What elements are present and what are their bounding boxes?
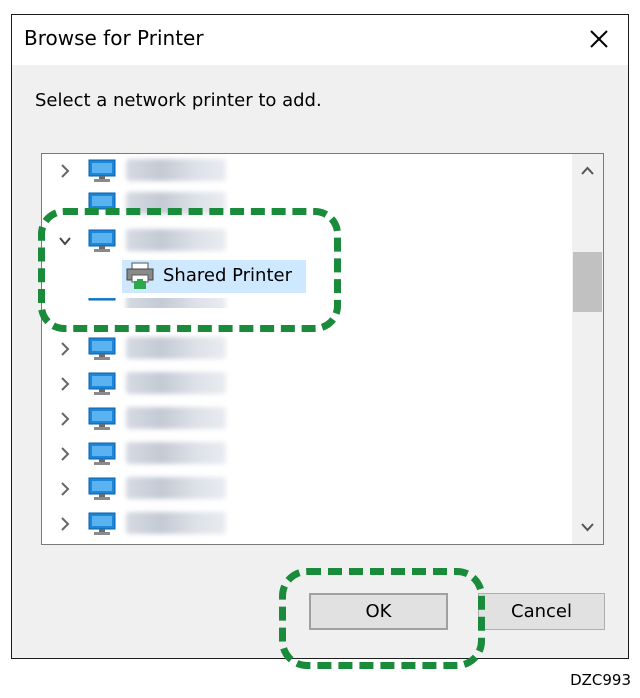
shared-printer-label: Shared Printer bbox=[163, 265, 292, 286]
computer-name-redacted bbox=[126, 229, 226, 251]
chevron-right-icon[interactable] bbox=[58, 162, 72, 180]
computer-name-redacted bbox=[126, 442, 226, 464]
computer-icon bbox=[88, 159, 116, 182]
computer-name-redacted bbox=[126, 407, 226, 429]
scroll-down-icon[interactable] bbox=[572, 510, 603, 544]
computer-name-redacted bbox=[126, 372, 226, 394]
computer-icon bbox=[88, 298, 116, 301]
vertical-scrollbar[interactable] bbox=[572, 154, 603, 544]
computer-icon bbox=[88, 192, 116, 210]
computer-icon bbox=[88, 337, 116, 360]
tree-node-computer[interactable] bbox=[42, 156, 570, 186]
tree-node-computer[interactable] bbox=[42, 439, 570, 469]
computer-icon bbox=[88, 229, 116, 252]
tree-node-computer[interactable] bbox=[42, 298, 570, 308]
tree-node-computer-expanded[interactable] bbox=[42, 226, 570, 256]
tree-node-computer[interactable] bbox=[42, 369, 570, 399]
computer-name-redacted bbox=[126, 192, 226, 214]
scrollbar-thumb[interactable] bbox=[573, 252, 602, 312]
tree-node-computer[interactable] bbox=[42, 189, 570, 219]
chevron-right-icon[interactable] bbox=[58, 340, 72, 358]
chevron-right-icon[interactable] bbox=[58, 410, 72, 428]
ok-button[interactable]: OK bbox=[309, 593, 448, 630]
cancel-button[interactable]: Cancel bbox=[478, 593, 605, 630]
instruction-text: Select a network printer to add. bbox=[35, 90, 322, 111]
figure-code: DZC993 bbox=[570, 671, 631, 689]
chevron-down-icon[interactable] bbox=[58, 232, 72, 250]
tree-node-computer[interactable] bbox=[42, 509, 570, 539]
computer-icon bbox=[88, 477, 116, 500]
computer-name-redacted bbox=[126, 298, 226, 308]
computer-icon bbox=[88, 372, 116, 395]
tree-node-computer[interactable] bbox=[42, 334, 570, 364]
computer-name-redacted bbox=[126, 159, 226, 181]
tree-node-computer[interactable] bbox=[42, 404, 570, 434]
title-bar: Browse for Printer bbox=[12, 15, 628, 65]
chevron-right-icon[interactable] bbox=[58, 480, 72, 498]
dialog-title: Browse for Printer bbox=[24, 26, 204, 50]
chevron-right-icon[interactable] bbox=[58, 375, 72, 393]
computer-icon bbox=[88, 407, 116, 430]
scroll-up-icon[interactable] bbox=[572, 154, 603, 188]
network-tree-view[interactable]: Shared Printer bbox=[41, 153, 604, 545]
tree-item-shared-printer[interactable]: Shared Printer bbox=[122, 260, 306, 293]
close-icon[interactable] bbox=[586, 26, 612, 52]
browse-for-printer-dialog: Browse for Printer Select a network prin… bbox=[11, 14, 629, 659]
chevron-right-icon[interactable] bbox=[58, 445, 72, 463]
printer-icon bbox=[126, 262, 154, 289]
chevron-right-icon[interactable] bbox=[58, 515, 72, 533]
computer-icon bbox=[88, 442, 116, 465]
computer-name-redacted bbox=[126, 337, 226, 359]
computer-name-redacted bbox=[126, 477, 226, 499]
tree-node-computer[interactable] bbox=[42, 474, 570, 504]
computer-icon bbox=[88, 512, 116, 535]
computer-name-redacted bbox=[126, 512, 226, 534]
